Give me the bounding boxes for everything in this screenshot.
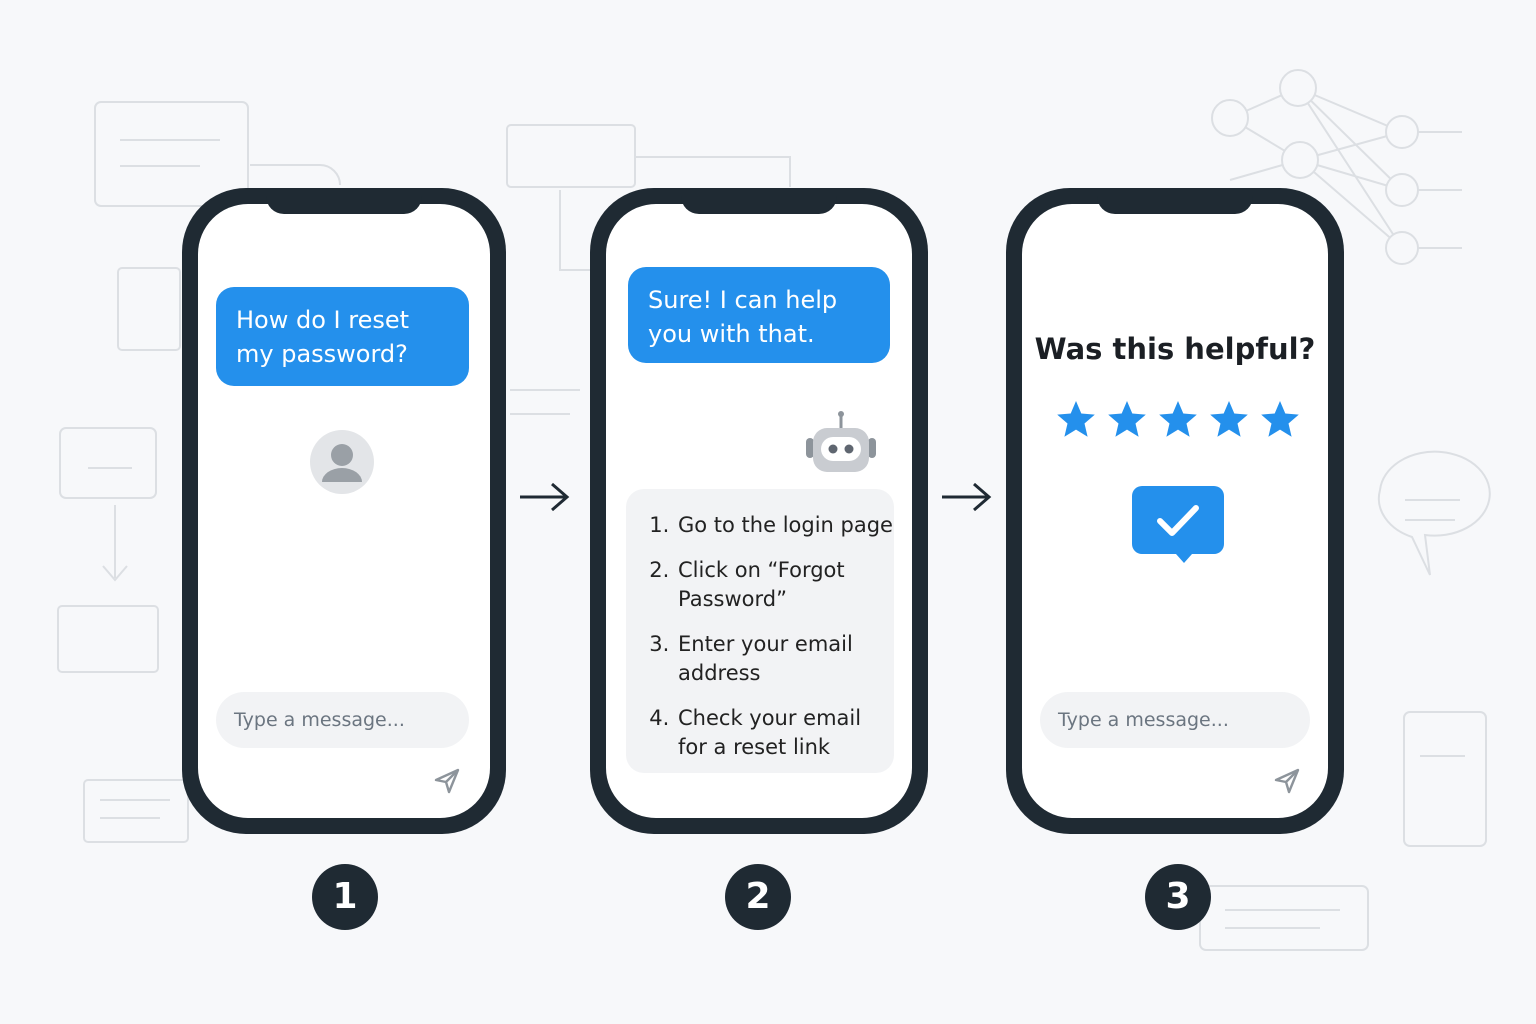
message-input[interactable]: Type a message... (1040, 692, 1310, 748)
feedback-question: Was this helpful? (1034, 332, 1316, 366)
star-icon[interactable] (1158, 400, 1198, 440)
user-message-line-2: my password? (236, 340, 408, 368)
instructions-list: Go to the login page Click on “Forgot Pa… (626, 489, 894, 762)
user-avatar-icon (310, 430, 374, 494)
instructions-card: Go to the login page Click on “Forgot Pa… (626, 489, 894, 773)
phone-notch (681, 188, 837, 214)
step-number-2: 2 (725, 864, 791, 930)
chat-screen-2: Sure! I can help you with that. Go to th… (606, 204, 912, 818)
star-icon[interactable] (1056, 400, 1096, 440)
phone-step-3: Was this helpful? Type a message... (1006, 188, 1344, 834)
message-input[interactable]: Type a message... (216, 692, 469, 748)
instruction-step-4: Check your email for a reset link (676, 704, 894, 762)
instruction-step-3: Enter your email address (676, 630, 894, 688)
bot-message-line-1: Sure! I can help (648, 286, 838, 314)
instruction-step-2: Click on “Forgot Password” (676, 556, 894, 614)
user-message-bubble: How do I reset my password? (216, 287, 469, 386)
send-icon[interactable] (1272, 766, 1302, 796)
send-icon[interactable] (432, 766, 462, 796)
phone-step-1: How do I reset my password? Type a messa… (182, 188, 506, 834)
bot-message-bubble: Sure! I can help you with that. (628, 267, 890, 363)
message-input-placeholder: Type a message... (1058, 709, 1229, 731)
arrow-right-icon (942, 482, 992, 512)
check-bubble-icon (1132, 486, 1224, 563)
feedback-screen: Was this helpful? Type a message... (1022, 204, 1328, 818)
star-icon[interactable] (1107, 400, 1147, 440)
phone-step-2: Sure! I can help you with that. Go to th… (590, 188, 928, 834)
star-icon[interactable] (1209, 400, 1249, 440)
message-input-placeholder: Type a message... (234, 709, 405, 731)
step-number-3: 3 (1145, 864, 1211, 930)
user-message-line-1: How do I reset (236, 306, 410, 334)
arrow-right-icon (520, 482, 570, 512)
star-rating[interactable] (1056, 400, 1300, 440)
phone-notch (1097, 188, 1253, 214)
chat-screen-1: How do I reset my password? Type a messa… (198, 204, 490, 818)
star-icon[interactable] (1260, 400, 1300, 440)
robot-icon (806, 411, 876, 472)
phone-notch (266, 188, 422, 214)
bot-message-line-2: you with that. (648, 320, 815, 348)
instruction-step-1: Go to the login page (676, 511, 894, 540)
step-number-1: 1 (312, 864, 378, 930)
